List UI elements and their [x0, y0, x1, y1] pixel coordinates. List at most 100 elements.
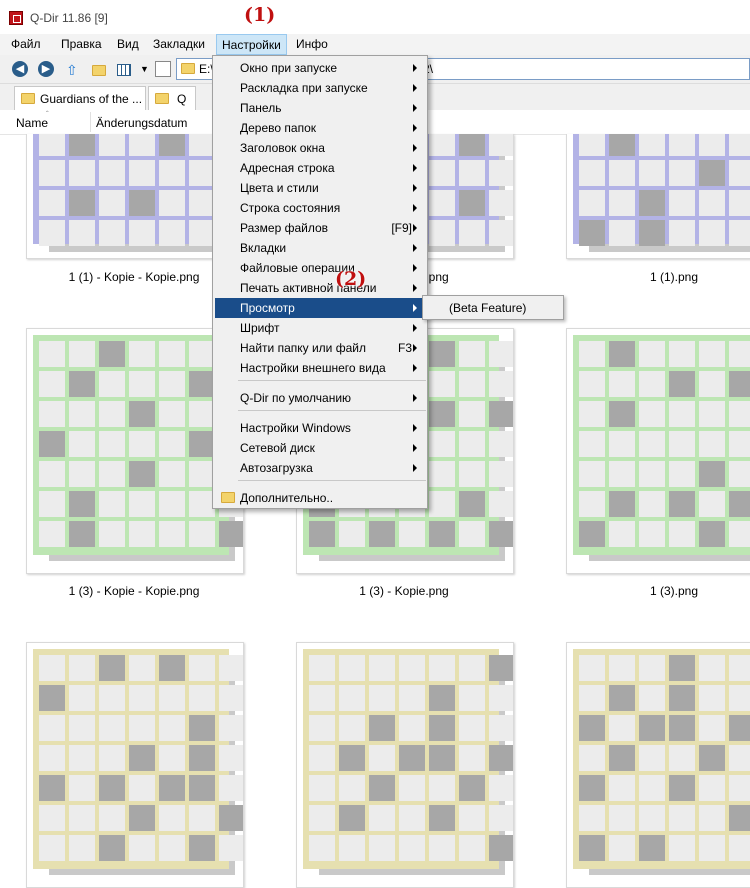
settings-menu-item[interactable]: Сетевой диск: [215, 438, 425, 458]
settings-menu-item[interactable]: Раскладка при запуске: [215, 78, 425, 98]
settings-menu-item[interactable]: Дополнительно..: [215, 488, 425, 508]
menu-separator: [238, 410, 426, 411]
menu-item-label: Q-Dir по умолчанию: [240, 391, 352, 405]
menu-bookmarks[interactable]: Закладки: [153, 37, 205, 51]
file-thumbnail[interactable]: [566, 642, 750, 888]
menu-item-label: Панель: [240, 101, 282, 115]
menu-item-label: Сетевой диск: [240, 441, 315, 455]
submenu-arrow-icon: [413, 164, 417, 172]
settings-menu-item[interactable]: Панель: [215, 98, 425, 118]
menu-item-label: Размер файлов: [240, 221, 329, 235]
file-thumbnail[interactable]: [566, 134, 750, 259]
folder-icon: [155, 93, 169, 104]
menu-item-label: Дополнительно..: [240, 491, 334, 505]
file-name[interactable]: 1 (3) - Kopie.png: [274, 584, 534, 598]
tab-guardians[interactable]: Guardians of the ...: [14, 86, 146, 110]
chevron-down-icon[interactable]: ▼: [140, 64, 156, 80]
submenu-beta-feature[interactable]: (Beta Feature): [449, 301, 526, 315]
up-folder-icon[interactable]: ⇧: [66, 62, 82, 78]
settings-menu-item[interactable]: Цвета и стили: [215, 178, 425, 198]
submenu-arrow-icon: [413, 264, 417, 272]
submenu-arrow-icon: [413, 284, 417, 292]
settings-menu-item[interactable]: Вкладки: [215, 238, 425, 258]
file-name[interactable]: 1 (1).png: [544, 270, 750, 284]
submenu-arrow-icon: [413, 124, 417, 132]
menu-item-label: Окно при запуске: [240, 61, 338, 75]
settings-menu-item[interactable]: Настройки внешнего вида: [215, 358, 425, 378]
window-title: Q-Dir 11.86 [9]: [30, 11, 108, 25]
submenu-arrow-icon: [413, 394, 417, 402]
app-icon[interactable]: [9, 11, 23, 25]
view-submenu: (Beta Feature): [422, 295, 564, 320]
submenu-arrow-icon: [413, 324, 417, 332]
annotation-marker-1: (1): [244, 4, 276, 26]
file-thumbnail[interactable]: [566, 328, 750, 574]
menu-item-label: Просмотр: [240, 301, 295, 315]
forward-icon[interactable]: ▶: [38, 61, 54, 77]
menu-item-label: Шрифт: [240, 321, 280, 335]
menu-item-label: Найти папку или файл: [240, 341, 366, 355]
submenu-arrow-icon: [413, 244, 417, 252]
tab-label: Q: [177, 92, 187, 106]
settings-menu-item[interactable]: Печать активной панели: [215, 278, 425, 298]
folder-icon: [181, 63, 195, 74]
settings-menu-item[interactable]: Строка состояния: [215, 198, 425, 218]
file-thumbnail[interactable]: [26, 642, 244, 888]
tab-label: Guardians of the ...: [40, 92, 143, 106]
menu-item-label: Автозагрузка: [240, 461, 313, 475]
submenu-arrow-icon: [413, 464, 417, 472]
submenu-arrow-icon: [413, 144, 417, 152]
menu-separator: [238, 480, 426, 481]
menu-view[interactable]: Вид: [117, 37, 139, 51]
menu-item-label: Строка состояния: [240, 201, 341, 215]
file-name[interactable]: 1 (3).png: [544, 584, 750, 598]
menu-item-label: Цвета и стили: [240, 181, 319, 195]
file-thumbnail[interactable]: [296, 642, 514, 888]
settings-menu-item[interactable]: Заголовок окна: [215, 138, 425, 158]
view-icon[interactable]: [117, 64, 131, 76]
menu-info[interactable]: Инфо: [296, 37, 328, 51]
settings-menu-item[interactable]: Окно при запуске: [215, 58, 425, 78]
settings-menu-item[interactable]: Дерево папок: [215, 118, 425, 138]
file-name[interactable]: 1 (3) - Kopie - Kopie.png: [4, 584, 264, 598]
submenu-arrow-icon: [413, 424, 417, 432]
submenu-arrow-icon: [413, 364, 417, 372]
sort-arrow-icon: ˆ: [46, 110, 49, 119]
settings-menu-item[interactable]: Q-Dir по умолчанию: [215, 388, 425, 408]
submenu-arrow-icon: [413, 304, 417, 312]
settings-menu-item[interactable]: Найти папку или файл F3: [215, 338, 425, 358]
folder-icon: [21, 93, 35, 104]
new-folder-icon[interactable]: [92, 65, 106, 76]
tab-q[interactable]: Q: [148, 86, 196, 110]
settings-menu-item[interactable]: Просмотр: [215, 298, 425, 318]
menu-item-label: Настройки Windows: [240, 421, 351, 435]
menu-file[interactable]: Файл: [11, 37, 41, 51]
column-name[interactable]: Name: [16, 116, 48, 130]
settings-menu-item[interactable]: Автозагрузка: [215, 458, 425, 478]
layout-icon[interactable]: [155, 61, 171, 77]
settings-menu-item[interactable]: Размер файлов [F9]: [215, 218, 425, 238]
settings-menu-item[interactable]: Настройки Windows: [215, 418, 425, 438]
column-date[interactable]: Änderungsdatum: [96, 116, 187, 130]
submenu-arrow-icon: [413, 344, 417, 352]
back-icon[interactable]: ◀: [12, 61, 28, 77]
submenu-arrow-icon: [413, 104, 417, 112]
menu-separator: [238, 380, 426, 381]
menu-edit[interactable]: Правка: [61, 37, 102, 51]
folder-icon: [221, 492, 235, 503]
menu-item-label: Адресная строка: [240, 161, 335, 175]
submenu-arrow-icon: [413, 224, 417, 232]
menu-bar: Файл Правка Вид Закладки Настройки Инфо: [0, 34, 750, 55]
menu-item-label: Настройки внешнего вида: [240, 361, 386, 375]
submenu-arrow-icon: [413, 184, 417, 192]
menu-item-label: Раскладка при запуске: [240, 81, 368, 95]
settings-menu-item[interactable]: Файловые операции: [215, 258, 425, 278]
column-divider[interactable]: [90, 112, 91, 132]
title-bar: Q-Dir 11.86 [9]: [0, 0, 750, 34]
submenu-arrow-icon: [413, 444, 417, 452]
settings-menu-item[interactable]: Шрифт: [215, 318, 425, 338]
submenu-arrow-icon: [413, 204, 417, 212]
menu-item-label: Вкладки: [240, 241, 287, 255]
settings-menu-item[interactable]: Адресная строка: [215, 158, 425, 178]
menu-settings[interactable]: Настройки: [216, 34, 287, 55]
